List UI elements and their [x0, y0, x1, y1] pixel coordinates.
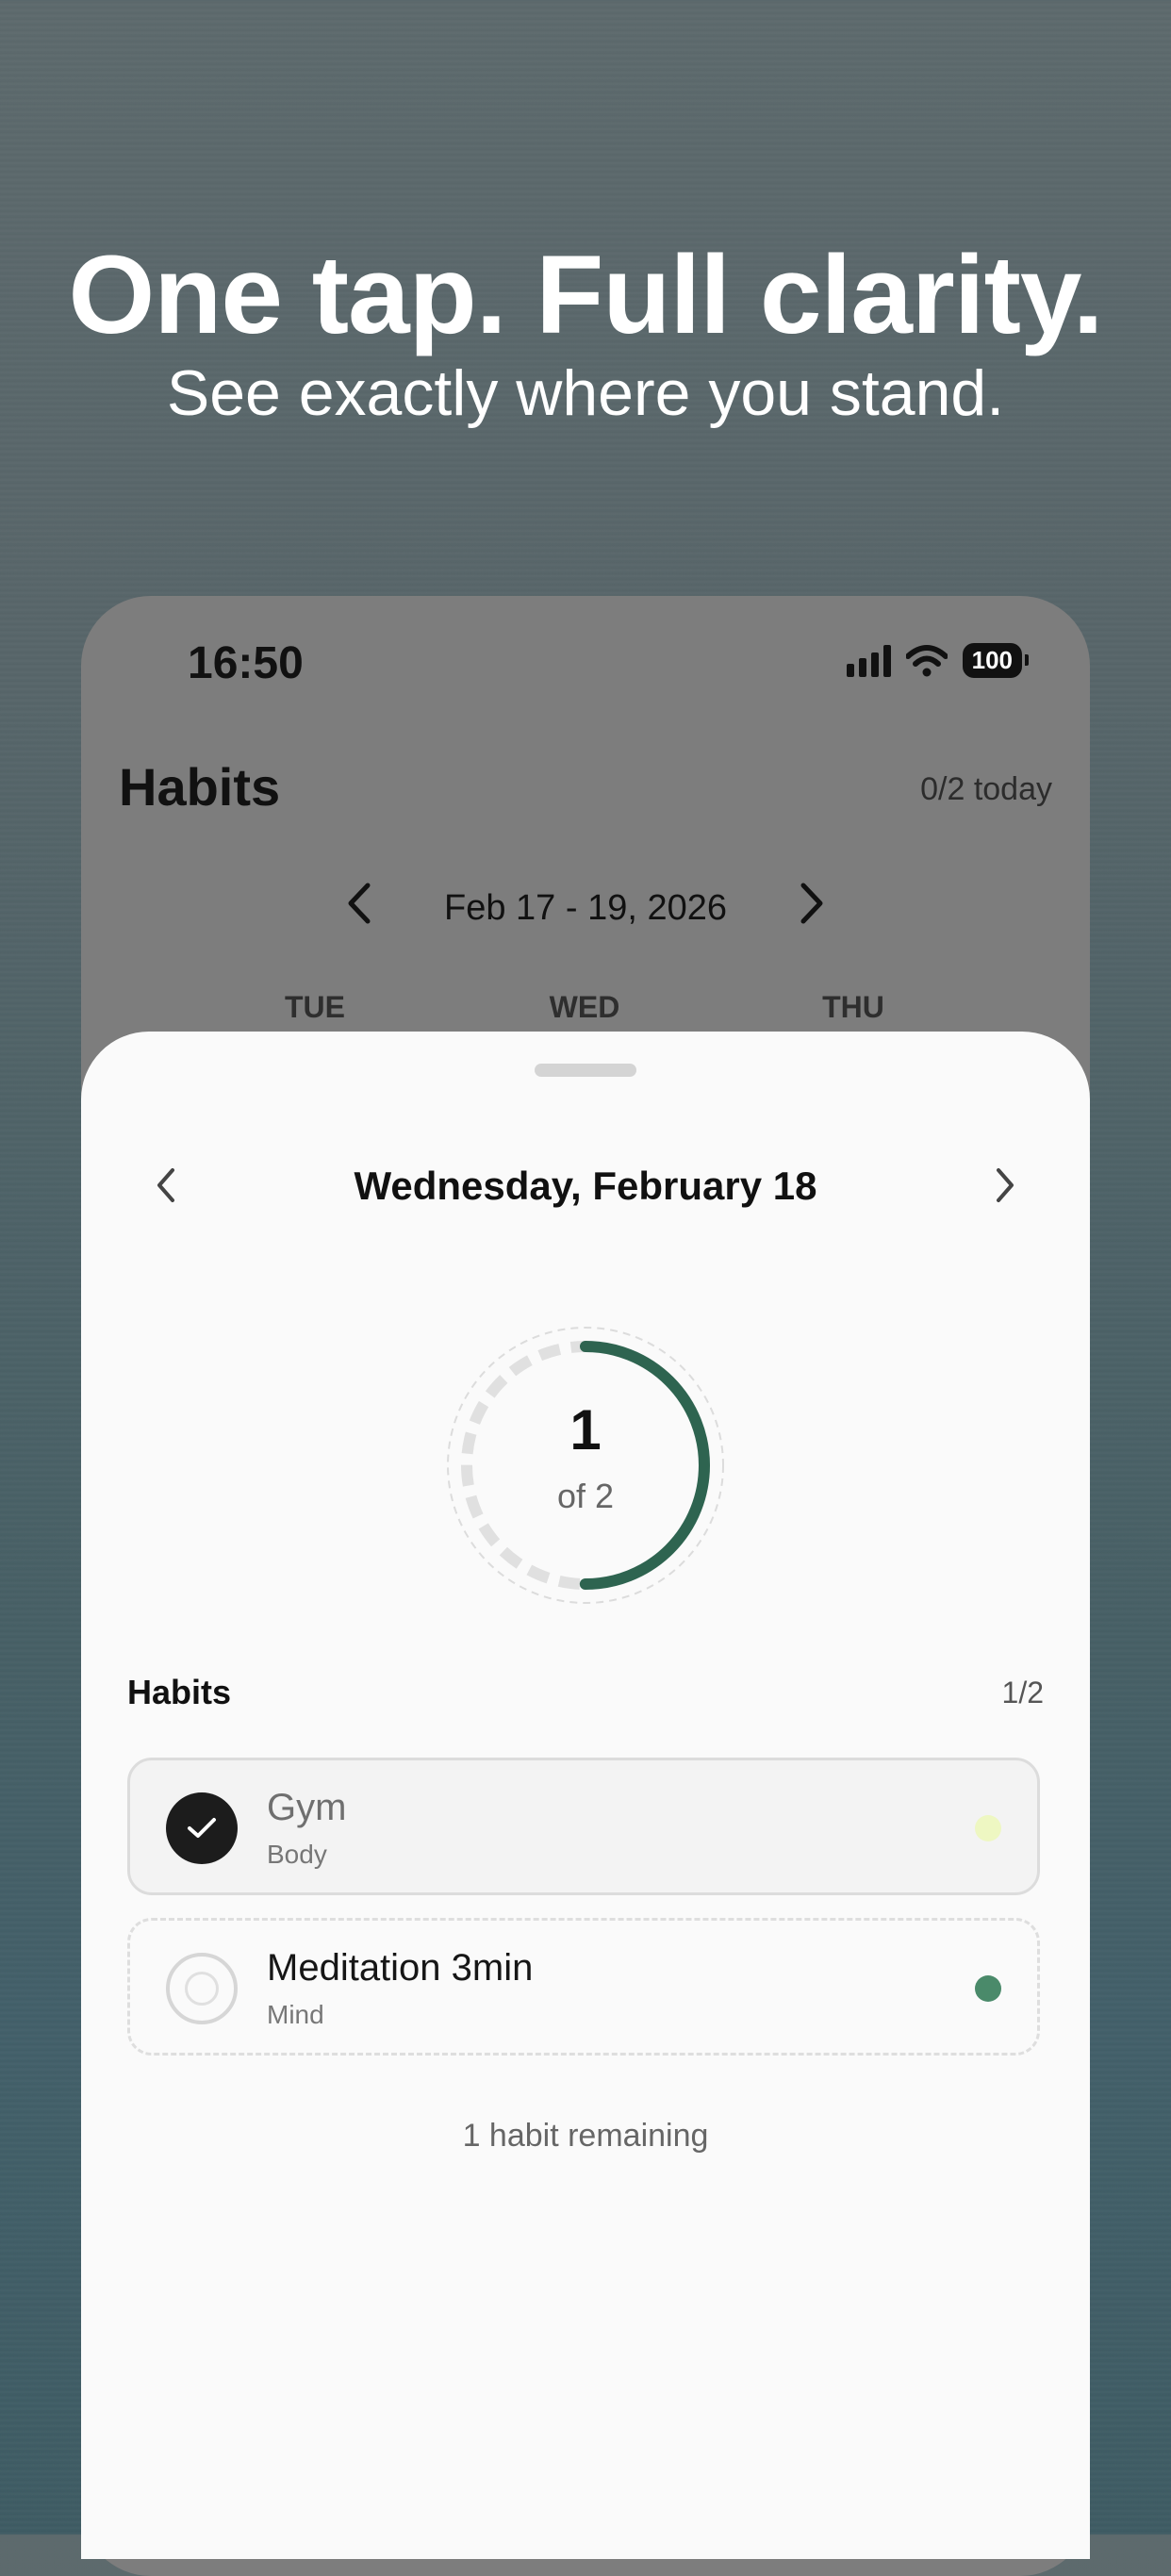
progress-ring: 1 of 2 [444, 1324, 727, 1607]
progress-done: 1 [569, 1398, 602, 1461]
checkmark-icon [188, 1818, 216, 1838]
status-icons: 100 [846, 643, 1030, 678]
day-name-tue[interactable]: TUE [285, 990, 345, 1025]
habit-color-dot [975, 1815, 1001, 1841]
today-summary: 0/2 today [920, 771, 1052, 807]
habit-card-meditation[interactable]: Meditation 3min Mind [127, 1918, 1040, 2056]
habit-card-gym[interactable]: Gym Body [127, 1758, 1040, 1895]
day-name-thu[interactable]: THU [822, 990, 884, 1025]
chevron-left-icon[interactable] [322, 879, 397, 937]
habit-name: Gym [267, 1787, 347, 1828]
habits-section-count: 1/2 [1001, 1676, 1044, 1709]
habits-section-title: Habits [127, 1673, 232, 1711]
status-time: 16:50 [188, 638, 304, 688]
ring-outline [447, 1327, 724, 1604]
empty-circle-icon [185, 1972, 219, 2006]
day-name-wed[interactable]: WED [550, 990, 620, 1025]
selected-date: Wednesday, February 18 [354, 1164, 817, 1208]
signal-icon [846, 644, 891, 677]
page-title: Habits [119, 757, 281, 817]
habit-color-dot [975, 1975, 1001, 2002]
chevron-right-icon[interactable] [774, 879, 849, 937]
sheet-grabber[interactable] [535, 1064, 636, 1077]
habit-category: Mind [267, 2000, 324, 2029]
marketing-headline: One tap. Full clarity. [68, 233, 1103, 357]
battery-icon: 100 [962, 643, 1030, 678]
habit-category: Body [267, 1840, 327, 1869]
next-day-button[interactable] [977, 1152, 1033, 1218]
week-range: Feb 17 - 19, 2026 [444, 887, 727, 928]
date-navigator: Wednesday, February 18 [81, 1152, 1090, 1228]
day-detail-sheet: Wednesday, February 18 1 of 2 Habits 1/2… [81, 1032, 1090, 2559]
habit-checkbox-checked[interactable] [166, 1792, 238, 1864]
remaining-summary: 1 habit remaining [462, 2118, 709, 2154]
chevron-right-icon [997, 1168, 1014, 1202]
wifi-icon [905, 644, 948, 676]
habit-checkbox-unchecked[interactable] [166, 1953, 238, 2024]
marketing-subheadline: See exactly where you stand. [166, 357, 1005, 429]
progress-total: of 2 [556, 1477, 615, 1515]
habit-name: Meditation 3min [267, 1947, 534, 1989]
week-navigator: Feb 17 - 19, 2026 [81, 879, 1090, 937]
